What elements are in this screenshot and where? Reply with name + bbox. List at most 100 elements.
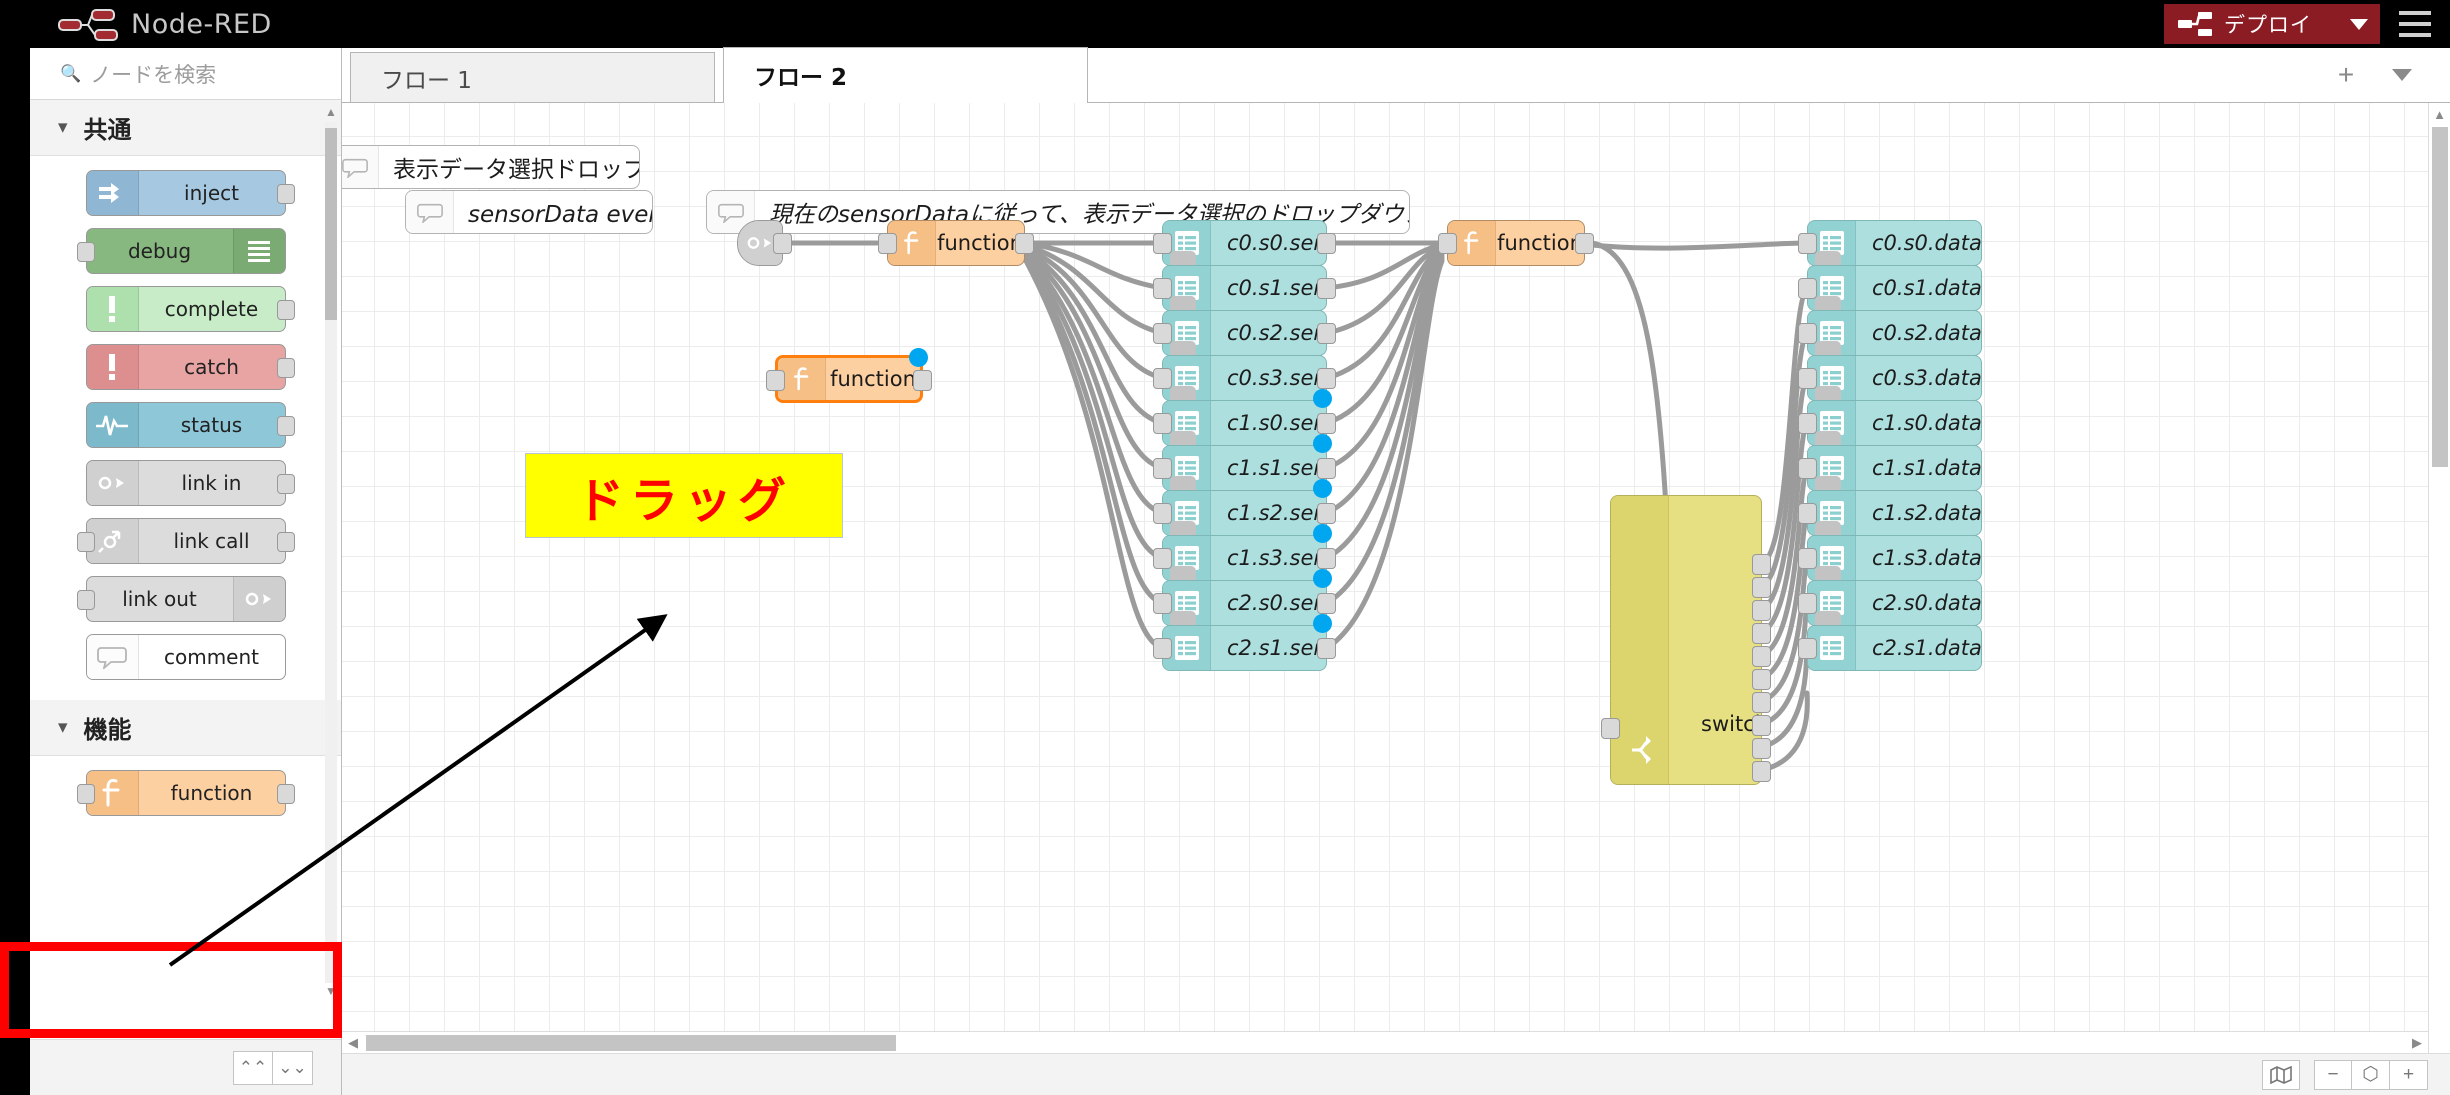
node-output-port[interactable] <box>1752 692 1771 713</box>
search-input[interactable]: ノードを検索 <box>90 59 216 89</box>
node-output-port[interactable] <box>773 233 792 254</box>
node-output-port[interactable] <box>1752 669 1771 690</box>
node-input-port[interactable] <box>1798 503 1817 524</box>
chevrons-down-icon[interactable]: ⌄⌄ <box>273 1050 313 1085</box>
scroll-right-arrow-icon[interactable]: ▶ <box>2406 1032 2428 1054</box>
deploy-button[interactable]: デプロイ <box>2164 4 2380 44</box>
palette-node-comment[interactable]: comment <box>85 634 286 680</box>
node-output-port[interactable] <box>276 300 295 320</box>
node-input-port[interactable] <box>1798 458 1817 479</box>
node-output-port[interactable] <box>1752 623 1771 644</box>
node-input-port[interactable] <box>76 784 95 804</box>
node-input-port[interactable] <box>878 233 897 254</box>
node-input-port[interactable] <box>76 242 95 262</box>
node-input-port[interactable] <box>1153 548 1172 569</box>
node-output-port[interactable] <box>1317 593 1336 614</box>
comment-node-sensordata-event[interactable]: sensorData event受信 <box>405 190 653 234</box>
node-output-port[interactable] <box>1752 761 1771 782</box>
node-output-port[interactable] <box>1752 715 1771 736</box>
node-output-port[interactable] <box>1752 577 1771 598</box>
tab-flow-1[interactable]: フロー 1 <box>350 52 715 102</box>
canvas-node-dataname[interactable]: c2.s1.datana <box>1798 625 1982 671</box>
node-input-port[interactable] <box>1153 593 1172 614</box>
scroll-left-arrow-icon[interactable]: ◀ <box>342 1032 364 1054</box>
node-input-port[interactable] <box>1153 323 1172 344</box>
flow-canvas[interactable]: 表示データ選択ドロップダウン sensorData event受信 現在のsen… <box>342 103 2450 1095</box>
node-input-port[interactable] <box>1601 718 1620 739</box>
palette-search-row[interactable]: 🔍 ノードを検索 <box>30 48 341 100</box>
node-input-port[interactable] <box>1438 233 1457 254</box>
node-input-port[interactable] <box>1153 233 1172 254</box>
canvas-node-function-2[interactable]: function <box>1438 220 1594 266</box>
node-output-port[interactable] <box>1317 413 1336 434</box>
palette-node-complete[interactable]: complete <box>85 286 295 332</box>
hamburger-menu-icon[interactable] <box>2380 0 2450 48</box>
node-input-port[interactable] <box>1798 278 1817 299</box>
node-output-port[interactable] <box>1317 323 1336 344</box>
canvas-node-sensor[interactable]: c2.s1.sensor <box>1153 614 1336 671</box>
canvas-node-link-in[interactable] <box>737 220 792 266</box>
node-input-port[interactable] <box>1153 458 1172 479</box>
plus-icon[interactable]: + <box>2390 1059 2428 1090</box>
node-output-port[interactable] <box>276 358 295 378</box>
node-input-port[interactable] <box>766 370 785 391</box>
palette-node-catch[interactable]: catch <box>85 344 295 390</box>
node-output-port[interactable] <box>276 532 295 552</box>
node-input-port[interactable] <box>76 590 95 610</box>
node-output-port[interactable] <box>1575 233 1594 254</box>
node-output-port[interactable] <box>1317 638 1336 659</box>
node-output-port[interactable] <box>1752 646 1771 667</box>
canvas-node-switch[interactable]: switch <box>1601 495 1771 785</box>
palette-category-function[interactable]: ▾ 機能 <box>30 700 341 756</box>
node-output-port[interactable] <box>1317 368 1336 389</box>
canvas-node-function-1[interactable]: function <box>878 220 1034 266</box>
palette-scrollbar-thumb[interactable] <box>325 128 337 320</box>
tab-flow-2[interactable]: フロー 2 <box>723 47 1088 103</box>
node-output-port[interactable] <box>1752 738 1771 759</box>
palette-node-status[interactable]: status <box>85 402 295 448</box>
node-input-port[interactable] <box>1153 278 1172 299</box>
scroll-up-arrow-icon[interactable]: ▲ <box>2429 103 2450 125</box>
node-input-port[interactable] <box>1798 368 1817 389</box>
node-output-port[interactable] <box>913 370 932 391</box>
map-navigator-icon[interactable] <box>2262 1059 2300 1090</box>
node-input-port[interactable] <box>1153 638 1172 659</box>
scroll-up-arrow-icon[interactable]: ▲ <box>325 106 337 120</box>
palette-node-function[interactable]: function <box>76 770 295 816</box>
node-output-port[interactable] <box>276 474 295 494</box>
palette-node-link-call[interactable]: link call <box>76 518 295 564</box>
node-output-port[interactable] <box>1317 278 1336 299</box>
canvas-node-function-dragged[interactable]: function <box>766 348 932 403</box>
node-input-port[interactable] <box>76 532 95 552</box>
minus-icon[interactable]: − <box>2314 1059 2352 1090</box>
chevrons-up-icon[interactable]: ⌃⌃ <box>233 1050 273 1085</box>
flow-canvas-container[interactable]: 表示データ選択ドロップダウン sensorData event受信 現在のsen… <box>342 103 2450 1095</box>
palette-category-common[interactable]: ▾ 共通 <box>30 100 341 156</box>
palette-node-debug[interactable]: debug <box>76 228 286 274</box>
node-output-port[interactable] <box>1317 548 1336 569</box>
plus-icon[interactable]: + <box>2318 47 2374 102</box>
node-input-port[interactable] <box>1798 323 1817 344</box>
hexagon-icon[interactable]: ⬡ <box>2352 1059 2390 1090</box>
palette-node-link-in[interactable]: link in <box>85 460 295 506</box>
node-input-port[interactable] <box>1798 233 1817 254</box>
node-output-port[interactable] <box>1317 503 1336 524</box>
node-input-port[interactable] <box>1798 638 1817 659</box>
canvas-hscroll-thumb[interactable] <box>366 1035 896 1051</box>
node-output-port[interactable] <box>276 416 295 436</box>
node-output-port[interactable] <box>1015 233 1034 254</box>
canvas-vertical-scrollbar[interactable]: ▲ <box>2428 103 2450 1053</box>
node-output-port[interactable] <box>276 784 295 804</box>
node-output-port[interactable] <box>1752 600 1771 621</box>
node-input-port[interactable] <box>1798 593 1817 614</box>
palette-scrollbar[interactable]: ▲ ▼ <box>325 106 337 999</box>
node-input-port[interactable] <box>1153 503 1172 524</box>
canvas-horizontal-scrollbar[interactable]: ◀ ▶ <box>342 1031 2428 1053</box>
canvas-vscroll-thumb[interactable] <box>2432 127 2448 467</box>
scroll-down-arrow-icon[interactable]: ▼ <box>325 985 337 999</box>
node-input-port[interactable] <box>1153 413 1172 434</box>
node-input-port[interactable] <box>1798 413 1817 434</box>
node-output-port[interactable] <box>1752 554 1771 575</box>
node-input-port[interactable] <box>1798 548 1817 569</box>
node-output-port[interactable] <box>1317 233 1336 254</box>
